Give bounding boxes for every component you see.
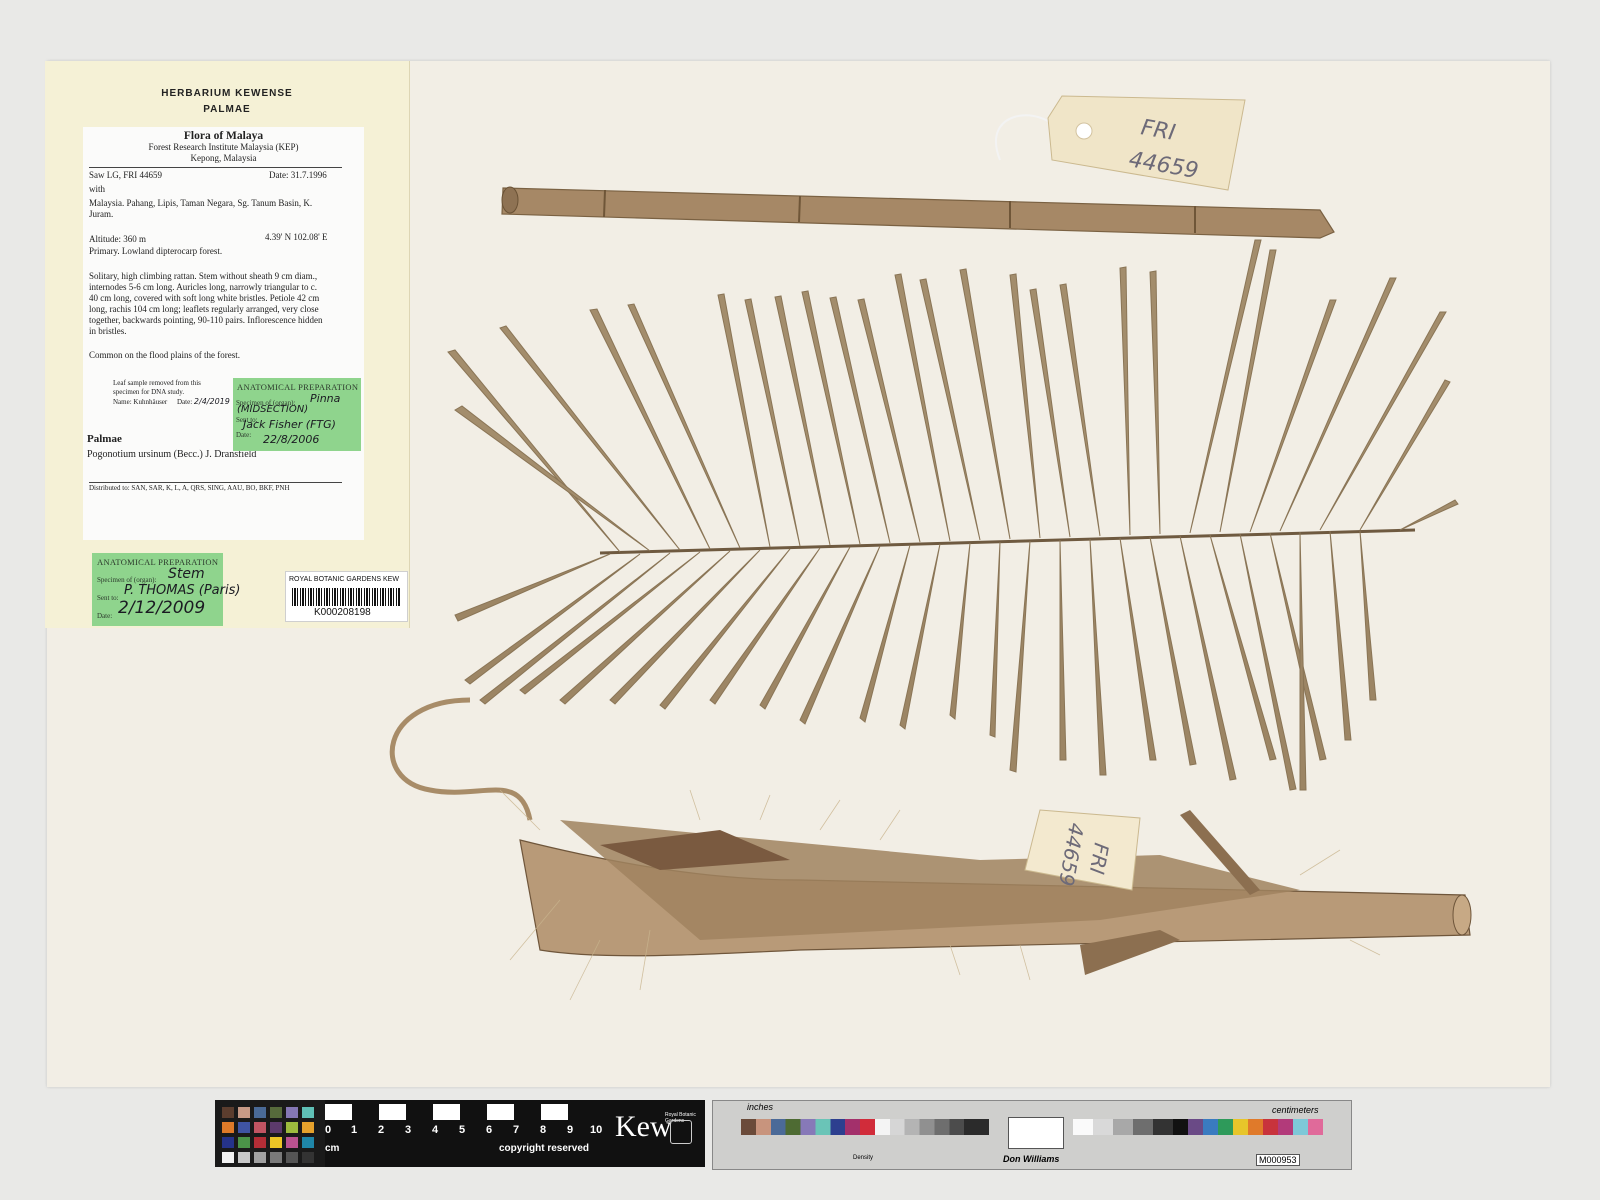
swatch-icon	[254, 1137, 266, 1148]
swatch-icon	[270, 1137, 282, 1148]
ruler-bar-icon	[325, 1104, 595, 1120]
ruler-number-6: 6	[486, 1124, 493, 1136]
swatch-icon	[254, 1122, 266, 1133]
card-code: M000953	[1256, 1154, 1300, 1166]
swatch-icon	[238, 1152, 250, 1163]
swatch-icon	[222, 1137, 234, 1148]
grey-scale-strip-icon	[1073, 1119, 1323, 1135]
copyright-notice: copyright reserved	[499, 1143, 590, 1154]
ruler-number-8: 8	[540, 1124, 547, 1136]
swatch-icon	[302, 1137, 314, 1148]
color-calibration-card: inches centimeters Density Don Williams …	[712, 1100, 1352, 1170]
swatch-icon	[286, 1152, 298, 1163]
specimen-illustration: FRI 44659 FRI 44659	[389, 95, 1472, 1001]
ruler-number-1: 1	[351, 1124, 358, 1136]
bristly-stem-icon	[389, 697, 1472, 1001]
swatch-icon	[254, 1107, 266, 1118]
swatch-icon	[238, 1137, 250, 1148]
ruler-number-7: 7	[513, 1124, 520, 1136]
inches-label: inches	[747, 1102, 774, 1112]
crest-icon	[670, 1120, 692, 1144]
ruler-number-3: 3	[405, 1124, 412, 1136]
ruler-number-2: 2	[378, 1124, 385, 1136]
swatch-icon	[286, 1107, 298, 1118]
color-chart-left	[215, 1100, 325, 1167]
palm-leaf-icon	[447, 239, 1459, 791]
swatch-icon	[302, 1152, 314, 1163]
swatch-icon	[222, 1107, 234, 1118]
ruler-unit: cm	[325, 1143, 340, 1154]
ruler-number-0: 0	[325, 1124, 332, 1136]
swatch-icon	[270, 1152, 282, 1163]
scale-ruler: 0 1 2 3 4 5 6 7 8 9 10 cm copyright rese…	[325, 1100, 705, 1167]
resolution-target-icon	[1008, 1117, 1064, 1149]
ruler-number-5: 5	[459, 1124, 466, 1136]
centimeters-label: centimeters	[1272, 1105, 1319, 1115]
ruler-number-4: 4	[432, 1124, 439, 1136]
ruler-number-10: 10	[590, 1124, 603, 1136]
color-patch-strip-icon	[741, 1119, 989, 1135]
scale-and-color-card: 0 1 2 3 4 5 6 7 8 9 10 cm copyright rese…	[215, 1100, 1352, 1170]
swatch-icon	[302, 1107, 314, 1118]
swatch-icon	[254, 1152, 266, 1163]
swatch-icon	[302, 1122, 314, 1133]
specimen-tag-icon: FRI 44659	[995, 95, 1246, 191]
swatch-icon	[286, 1122, 298, 1133]
swatch-icon	[222, 1152, 234, 1163]
swatch-icon	[270, 1122, 282, 1133]
swatch-icon	[222, 1122, 234, 1133]
swatch-icon	[270, 1107, 282, 1118]
swatch-icon	[238, 1122, 250, 1133]
ruler-numbers: 0 1 2 3 4 5 6 7 8 9 10	[325, 1124, 615, 1136]
density-label: Density	[853, 1155, 874, 1161]
kew-logo: Kew	[615, 1110, 672, 1143]
card-maker: Don Williams	[1003, 1154, 1060, 1164]
swatch-icon	[286, 1137, 298, 1148]
stem-segment-icon	[501, 186, 1335, 239]
swatch-icon	[238, 1107, 250, 1118]
ruler-number-9: 9	[567, 1124, 574, 1136]
